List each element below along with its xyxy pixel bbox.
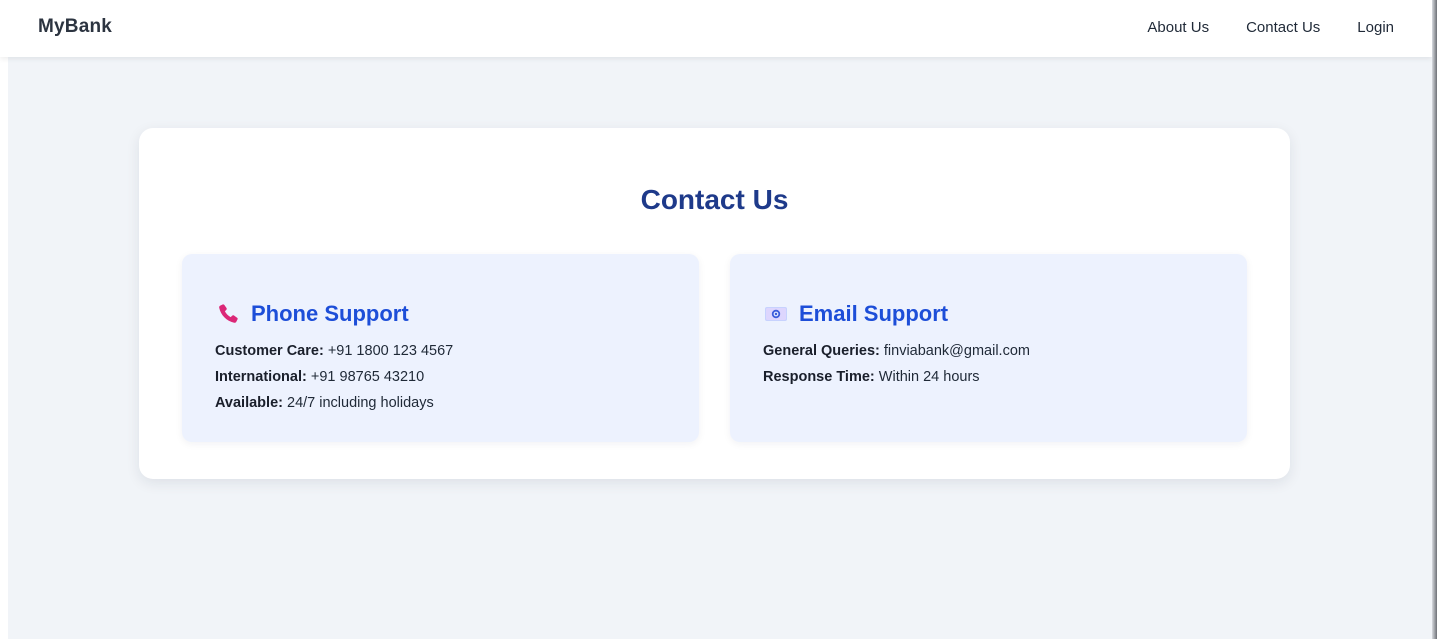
response-time-value: Within 24 hours [878,369,980,385]
nav-links: About Us Contact Us Login [1147,19,1394,36]
customer-care-value: +91 1800 123 4567 [327,343,454,359]
page-title: Contact Us [640,184,789,215]
phone-icon [215,301,241,327]
response-time-row: Response Time: Within 24 hours [763,364,1030,390]
email-support-details: General Queries: finviabank@gmail.com Re… [763,338,1030,390]
email-support-heading: Email Support [763,301,948,327]
phone-support-details: Customer Care: +91 1800 123 4567 Interna… [215,338,453,416]
nav-link-login[interactable]: Login [1357,19,1394,36]
phone-support-panel: Phone Support Customer Care: +91 1800 12… [182,254,699,442]
general-queries-label: General Queries: [763,343,880,359]
contact-card: Contact Us Phone Support Customer Care: … [139,128,1290,479]
availability-row: Available: 24/7 including holidays [215,390,453,416]
response-time-label: Response Time: [763,369,875,385]
phone-support-title: Phone Support [251,301,409,326]
navbar: MyBank About Us Contact Us Login [0,0,1432,57]
general-queries-row: General Queries: finviabank@gmail.com [763,338,1030,364]
brand-logo[interactable]: MyBank [38,16,112,38]
nav-link-about-us[interactable]: About Us [1147,19,1209,36]
international-value: +91 98765 43210 [310,369,425,385]
international-row: International: +91 98765 43210 [215,364,453,390]
email-support-title: Email Support [799,301,949,326]
availability-label: Available: [215,395,283,411]
scrollbar[interactable] [1432,0,1437,639]
phone-support-heading: Phone Support [215,301,409,327]
nav-link-contact-us[interactable]: Contact Us [1246,19,1320,36]
window-edge [0,0,8,639]
international-label: International: [215,369,307,385]
email-support-panel: Email Support General Queries: finviaban… [730,254,1247,442]
customer-care-label: Customer Care: [215,343,324,359]
email-icon [763,301,789,327]
availability-value: 24/7 including holidays [287,395,434,411]
customer-care-row: Customer Care: +91 1800 123 4567 [215,338,453,364]
general-queries-value[interactable]: finviabank@gmail.com [884,343,1030,359]
